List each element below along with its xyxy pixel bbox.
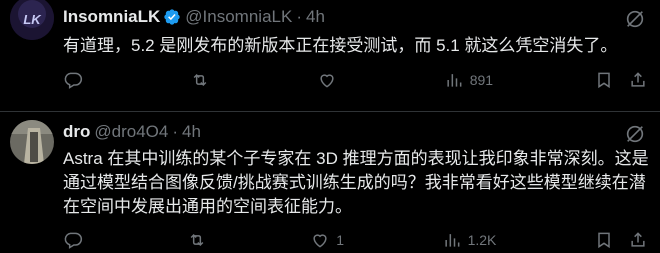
right-actions (594, 229, 648, 251)
handle[interactable]: @InsomniaLK (185, 7, 292, 27)
action-bar: 891 (63, 69, 648, 91)
avatar-insomnialk[interactable]: LK (10, 0, 54, 40)
like-icon (313, 234, 327, 248)
repost-button[interactable] (187, 229, 213, 251)
views-count: 1.2K (467, 232, 497, 248)
timestamp[interactable]: 4h (182, 122, 201, 142)
repost-button[interactable] (190, 69, 216, 91)
repost-icon (190, 233, 203, 247)
svg-text:LK: LK (23, 12, 42, 27)
bookmark-icon (598, 232, 610, 249)
share-icon (631, 232, 645, 247)
post-text: 有道理，5.2 是刚发布的新版本正在接受测试，而 5.1 就这么凭空消失了。 (63, 36, 618, 55)
display-name[interactable]: InsomniaLK (63, 7, 160, 27)
share-button[interactable] (628, 229, 648, 251)
share-button[interactable] (628, 69, 648, 91)
views-count: 891 (469, 72, 494, 88)
like-button[interactable]: 1 (310, 229, 344, 251)
views-button[interactable]: 1.2K (442, 229, 497, 251)
action-bar: 1 1.2K (63, 229, 648, 251)
reply-icon (64, 232, 83, 249)
like-count: 1 (336, 232, 344, 248)
post-dro: dro @dro4O4 · 4h Astra 在其中训练的某个子专家在 3D 推… (0, 111, 660, 253)
avatar-dro[interactable] (10, 120, 54, 164)
views-icon (447, 74, 462, 87)
reply-button[interactable] (63, 69, 89, 91)
views-icon (444, 234, 459, 247)
like-icon (320, 74, 334, 88)
bookmark-button[interactable] (594, 69, 614, 91)
handle[interactable]: @dro4O4 (94, 122, 168, 142)
bookmark-icon (598, 72, 610, 89)
separator: · (296, 7, 302, 26)
reply-button[interactable] (63, 229, 89, 251)
right-actions (594, 69, 648, 91)
post-header: InsomniaLK @InsomniaLK · 4h (63, 7, 325, 27)
post-insomnialk: LK InsomniaLK @InsomniaLK · 4h 有道理，5.2 是… (0, 0, 660, 111)
separator: · (172, 122, 179, 141)
display-name[interactable]: dro (63, 122, 90, 142)
reply-icon (64, 72, 83, 89)
timestamp[interactable]: 4h (306, 7, 325, 27)
views-button[interactable]: 891 (444, 69, 493, 91)
post-text: Astra 在其中训练的某个子专家在 3D 推理方面的表现让我印象非常深刻。这是… (63, 149, 649, 216)
grok-icon[interactable] (624, 8, 646, 30)
share-icon (631, 72, 645, 87)
repost-icon (193, 73, 207, 87)
bookmark-button[interactable] (594, 229, 614, 251)
like-button[interactable] (317, 69, 343, 91)
grok-icon[interactable] (624, 123, 646, 145)
verified-badge-icon (163, 8, 181, 26)
post-header: dro @dro4O4 · 4h (63, 122, 201, 142)
